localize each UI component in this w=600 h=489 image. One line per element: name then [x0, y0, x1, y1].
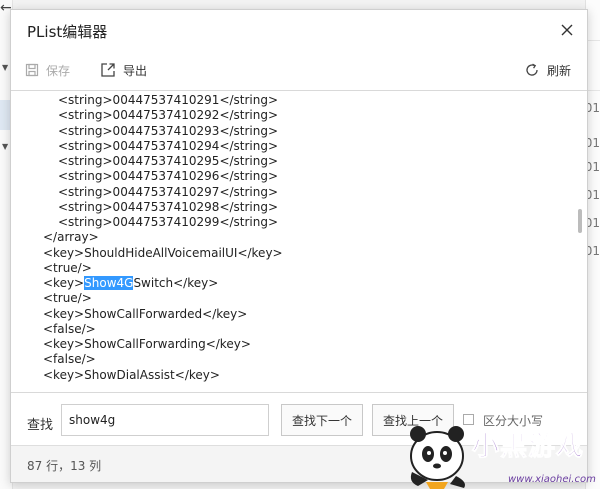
plist-text-editor[interactable]: <string>00447537410291</string> <string>0… [11, 90, 587, 393]
plist-editor-dialog: PList编辑器 保存 导出 刷新 <string>00447537410291… [10, 9, 588, 483]
code-line: </array> [43, 230, 99, 245]
code-line: <string>00447537410291</string> [58, 93, 279, 107]
code-line: <string>00447537410299</string> [58, 215, 279, 229]
export-label: 导出 [123, 63, 148, 78]
code-line: <key>ShowDialAssist</key> [43, 367, 220, 382]
close-icon [561, 24, 573, 36]
watermark-logo: 小黑游戏 www.xiaohei.com [404, 416, 600, 489]
code-line: <key>ShouldHideAllVoicemailUI</key> [43, 245, 283, 260]
collapse-triangle-icon[interactable]: ▼ [2, 142, 8, 151]
code-line: <key>ShowCallForwarded</key> [43, 306, 248, 321]
background-divider [586, 90, 600, 91]
code-line: <false/> [43, 321, 96, 336]
save-button[interactable]: 保存 [25, 60, 70, 80]
code-line: <key>ShowCallForwarding</key> [43, 337, 251, 351]
close-button[interactable] [557, 20, 577, 40]
watermark-url: www.xiaohei.com [508, 474, 596, 485]
export-button[interactable]: 导出 [100, 60, 147, 80]
code-line: <string>00447537410297</string> [58, 184, 279, 199]
search-match-highlight: Show4G [84, 276, 134, 290]
find-next-button[interactable]: 查找下一个 [281, 404, 363, 436]
save-icon [25, 63, 39, 77]
code-line: <string>00447537410295</string> [58, 154, 279, 168]
watermark-text: 小黑游戏 [472, 431, 584, 463]
background-divider [586, 40, 600, 41]
dialog-title: PList编辑器 [27, 23, 108, 41]
save-label: 保存 [46, 63, 71, 78]
code-text: Switch</key> [133, 276, 219, 290]
code-area[interactable]: <string>00447537410291</string> <string>0… [43, 93, 567, 383]
vertical-scrollbar[interactable] [573, 91, 587, 392]
code-line: <string>00447537410296</string> [58, 169, 279, 184]
code-line: <string>00447537410292</string> [58, 108, 279, 123]
refresh-icon [526, 63, 538, 76]
dialog-titlebar: PList编辑器 [11, 10, 587, 52]
code-line: <string>00447537410293</string> [58, 123, 279, 138]
code-text: <key> [43, 276, 85, 290]
toolbar: 保存 导出 刷新 [11, 54, 587, 86]
refresh-button[interactable]: 刷新 [524, 60, 571, 80]
refresh-label: 刷新 [546, 63, 571, 78]
code-line: <true/> [43, 291, 92, 306]
code-line: <string>00447537410294</string> [58, 138, 279, 153]
export-icon [101, 63, 115, 77]
search-input[interactable] [61, 404, 269, 436]
code-line: <string>00447537410298</string> [58, 199, 279, 214]
code-line: <key>Show4GSwitch</key> [43, 276, 567, 291]
panda-mascot-icon [410, 426, 465, 489]
cursor-position: 87 行，13 列 [27, 459, 102, 473]
code-line: <false/> [43, 352, 96, 367]
collapse-triangle-icon[interactable]: ▼ [2, 63, 8, 72]
code-line: <true/> [43, 260, 92, 275]
search-label: 查找 [27, 418, 54, 433]
scrollbar-thumb[interactable] [578, 209, 582, 233]
